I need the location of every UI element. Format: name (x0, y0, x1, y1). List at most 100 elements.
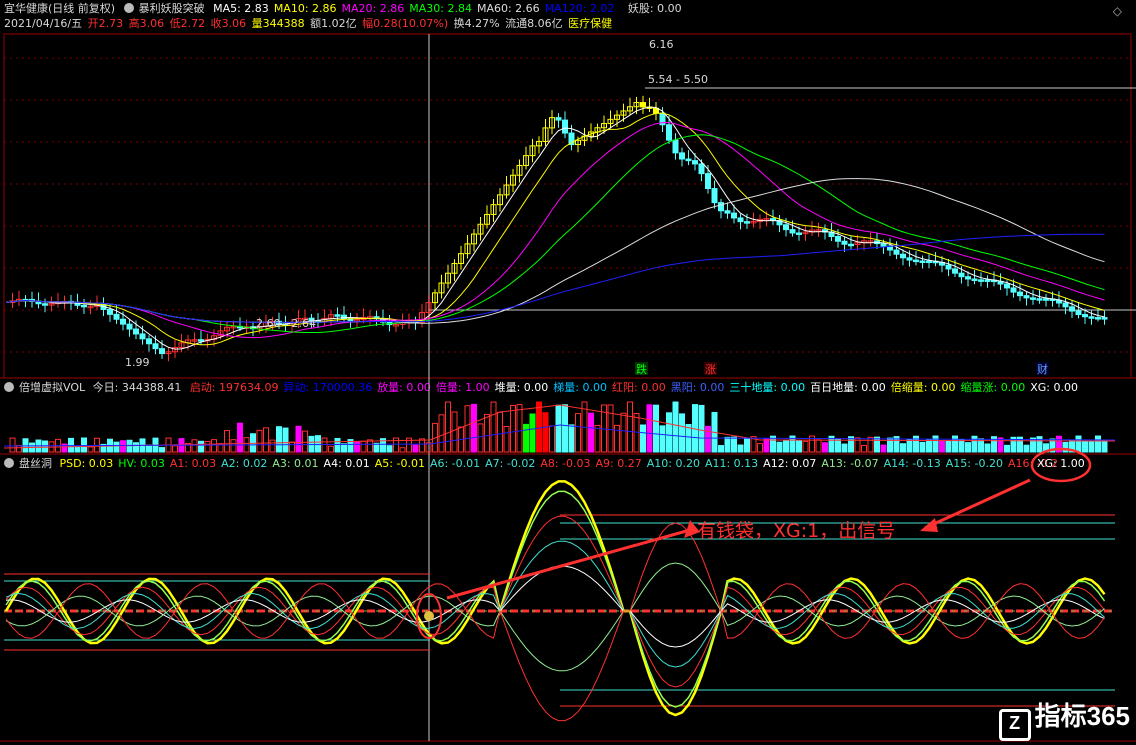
volume-bar (87, 446, 94, 453)
volume-bar (646, 404, 653, 453)
candle-body (1062, 302, 1069, 308)
candle-body (1004, 283, 1010, 289)
volume-bar (386, 445, 393, 453)
candle-body (146, 338, 152, 345)
candle-body (640, 102, 646, 108)
volume-bar (477, 423, 484, 453)
volume-bar (627, 401, 633, 453)
volume-bar (334, 437, 341, 453)
candle-body (919, 260, 926, 263)
chart-canvas[interactable]: 6.16 5.54 - 5.50 2.60 - 2.64 1.99 跌 涨 财 (0, 0, 1136, 745)
volume-bar (315, 435, 321, 453)
volume-bar (659, 425, 666, 453)
candle-body (783, 224, 789, 231)
candle-body (1030, 297, 1036, 300)
candle-body (718, 202, 724, 212)
candle-body (334, 314, 341, 317)
candle-body (1101, 317, 1108, 320)
volume-bar (302, 430, 308, 453)
marker-zhang: 涨 (705, 363, 716, 376)
candle-body (42, 303, 48, 306)
candle-body (107, 308, 113, 315)
arrow-right-line (924, 478, 1031, 530)
volume-bar (919, 441, 926, 453)
brand-logo-icon: Z (998, 709, 1031, 741)
volume-bar (367, 439, 373, 453)
candle-body (796, 232, 802, 235)
candle-body (705, 173, 711, 190)
volume-bar (490, 401, 497, 453)
volume-bar (549, 425, 555, 453)
volume-bar (445, 401, 451, 453)
volume-bar (796, 440, 802, 453)
volume-bar (360, 440, 367, 453)
volume-bar (594, 424, 601, 453)
volume-bar (42, 440, 48, 453)
candle-body (1082, 314, 1088, 318)
ma30-line (5, 134, 1105, 333)
volume-bar (146, 444, 152, 453)
money-bag-icon (424, 611, 434, 621)
candle-body (1069, 306, 1075, 312)
volume-bar (1030, 437, 1036, 453)
peak-label: 6.16 (649, 38, 674, 51)
volume-bar (679, 413, 685, 453)
candle-body (900, 253, 906, 259)
volume-bar (1023, 444, 1030, 453)
volume-bar (9, 437, 16, 453)
volume-bar (256, 429, 263, 453)
volume-bar (204, 441, 211, 453)
volume-bar (419, 438, 425, 453)
volume-bar (926, 439, 932, 453)
volume-bar (81, 437, 87, 453)
candle-body (120, 318, 126, 325)
volume-bar (328, 445, 334, 453)
volume-bar (757, 443, 763, 453)
brand-name: 指标365 (1034, 701, 1130, 731)
candle-body (139, 333, 146, 340)
candle-body (965, 276, 971, 280)
candle-body (880, 243, 887, 247)
candle-body (1010, 287, 1017, 293)
volume-bar (484, 413, 490, 453)
volume-bar (399, 447, 406, 453)
candle-body (133, 328, 139, 335)
volume-bar (1095, 435, 1101, 453)
volume-bar (497, 411, 503, 453)
volume-bar (653, 404, 659, 453)
candle-body (731, 212, 737, 219)
volume-bar (1088, 440, 1095, 453)
volume-bar (321, 437, 328, 453)
volume-bar (997, 437, 1004, 453)
candle-body (952, 268, 958, 274)
volume-bar (269, 439, 276, 453)
candle-body (711, 188, 718, 204)
volume-bar (120, 440, 126, 453)
volume-bar (906, 438, 913, 453)
volume-bar (971, 435, 978, 453)
volume-bar (263, 427, 269, 453)
ma5-line (5, 106, 1105, 350)
volume-bar (685, 424, 692, 453)
marker-die: 跌 (636, 362, 647, 376)
volume-bar (815, 439, 822, 453)
candle-body (1075, 310, 1082, 316)
ma60-line (5, 178, 1105, 324)
volume-bar (588, 412, 594, 453)
volume-bar (224, 430, 230, 453)
volume-bar (737, 444, 744, 453)
volume-bar (74, 446, 81, 453)
arrow-left-line (446, 528, 691, 600)
candle-body (744, 221, 750, 224)
candle-body (1095, 317, 1101, 320)
volume-bar (1082, 440, 1088, 453)
candle-body (789, 229, 796, 234)
volume-bar (191, 439, 198, 453)
candle-body (126, 323, 133, 330)
volume-bar (464, 405, 471, 453)
candle-body (198, 339, 204, 342)
volume-bar (984, 443, 991, 453)
volume-bar (718, 445, 724, 453)
volume-bar (516, 404, 523, 453)
volume-bar (880, 444, 887, 453)
